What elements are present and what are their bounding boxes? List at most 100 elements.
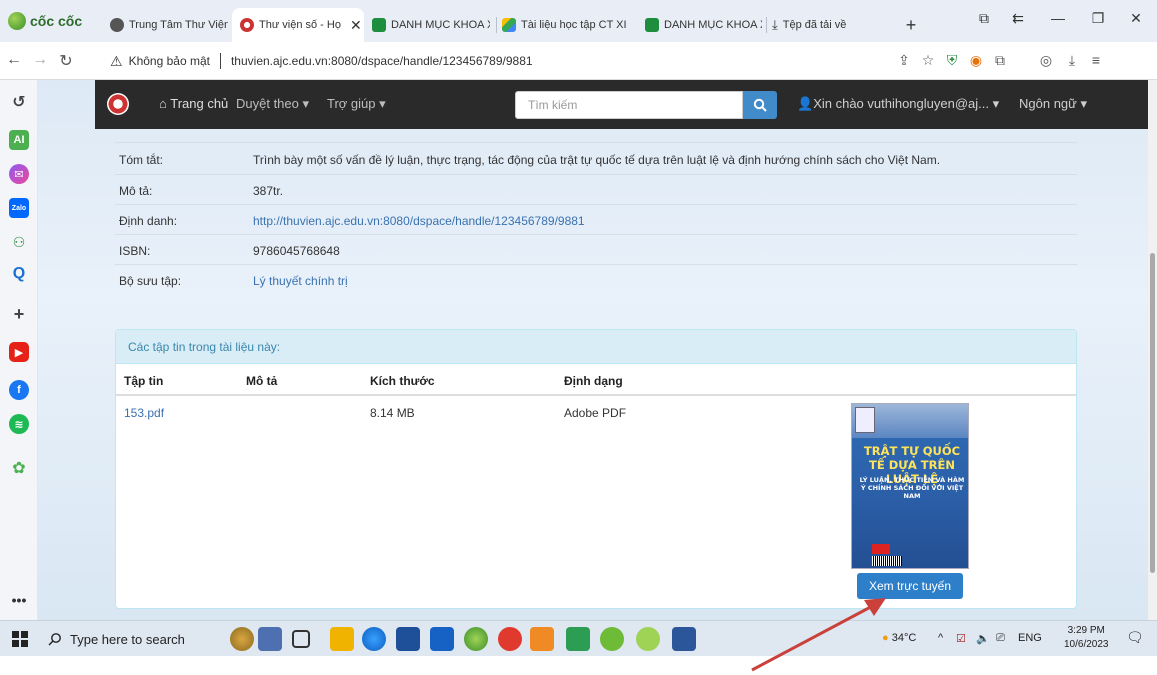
scrollbar-thumb[interactable] (1150, 253, 1155, 573)
nav-help-dropdown[interactable]: Trợ giúp ▾ (327, 96, 386, 112)
facebook-icon[interactable]: f (9, 380, 29, 400)
zalo-icon[interactable]: Zalo (9, 198, 29, 218)
address-bar[interactable]: ⚠ Không bảo mật thuvien.ajc.edu.vn:8080/… (110, 48, 880, 74)
medal-app-icon[interactable] (230, 627, 254, 651)
browser-brand: cốc cốc (8, 12, 82, 30)
store-app-icon[interactable] (396, 627, 420, 651)
red-app-icon[interactable] (498, 627, 522, 651)
file-link[interactable]: 153.pdf (124, 406, 164, 420)
search-button[interactable] (743, 91, 777, 119)
mail-app-icon[interactable] (430, 627, 454, 651)
profile-icon[interactable]: ◎ (1036, 52, 1056, 69)
network-icon[interactable]: ⎚ (996, 632, 1005, 645)
user-icon: 👤 (797, 96, 814, 111)
more-options-icon[interactable]: ••• (9, 590, 29, 610)
file-format: Adobe PDF (564, 406, 627, 420)
ai-assistant-icon[interactable]: AI (9, 130, 29, 150)
new-tab-button[interactable]: + (900, 14, 922, 36)
file-explorer-icon[interactable] (330, 627, 354, 651)
tab-danh-muc-khoa-2[interactable]: DANH MỤC KHOA XI (640, 14, 762, 36)
add-panel-icon[interactable]: + (9, 304, 29, 324)
close-tab-icon[interactable]: ✕ (350, 17, 362, 34)
back-arrow-menu-icon[interactable]: ⇇ (1004, 10, 1032, 27)
tab-trung-tam-thu-vien[interactable]: Trung Tâm Thư Viện - (110, 14, 228, 36)
task-view-icon[interactable] (292, 630, 310, 648)
minimize-button[interactable]: — (1044, 10, 1072, 26)
word-app-icon[interactable] (672, 627, 696, 651)
forward-button[interactable]: → (30, 51, 50, 69)
edge-browser-icon[interactable] (362, 627, 386, 651)
site-logo-icon[interactable] (107, 93, 129, 115)
back-button[interactable]: ← (4, 51, 24, 69)
book-cover-thumbnail[interactable]: TRẬT TỰ QUỐC TẾ DỰA TRÊN LUẬT LỆ LÝ LUẬN… (851, 403, 969, 569)
coccoc-sidebar-icon[interactable]: ✿ (9, 458, 29, 478)
tab-separator (496, 17, 497, 33)
caret-down-icon: ▾ (1076, 96, 1087, 111)
files-panel-title: Các tập tin trong tài liệu này: (128, 340, 281, 354)
tab-thu-vien-so[interactable]: Thư viện số - Họ ✕ (232, 8, 364, 42)
game-controller-icon[interactable]: ⚇ (9, 232, 29, 252)
column-header-file: Tập tin (124, 374, 164, 388)
bookmark-star-icon[interactable]: ☆ (918, 52, 938, 69)
tab-label: Thư viện số - Họ (259, 19, 341, 31)
nav-home-label: Trang chủ (170, 96, 229, 111)
tray-app-icon[interactable]: ☑ (956, 632, 966, 645)
tab-label: Trung Tâm Thư Viện - (129, 19, 228, 31)
identifier-link[interactable]: http://thuvien.ajc.edu.vn:8080/dspace/ha… (253, 214, 585, 228)
input-language[interactable]: ENG (1018, 632, 1042, 644)
downloads-icon[interactable]: ⤓ (1062, 52, 1082, 69)
user-menu-dropdown[interactable]: 👤Xin chào vuthihongluyen@aj... ▾ (797, 96, 999, 112)
orange-app-icon[interactable] (530, 627, 554, 651)
extension-icon[interactable]: ◉ (966, 52, 986, 69)
annotation-arrow (751, 598, 886, 672)
collection-link[interactable]: Lý thuyết chính trị (253, 274, 348, 288)
restore-button[interactable]: ❐ (1084, 10, 1112, 27)
youtube-icon[interactable]: ▶ (9, 342, 29, 362)
windows-start-icon[interactable] (12, 631, 28, 647)
address-bar-row: ← → ↻ ⚠ Không bảo mật thuvien.ajc.edu.vn… (0, 42, 1157, 80)
reload-button[interactable]: ↻ (56, 51, 76, 71)
coccoc-taskbar-icon[interactable] (464, 627, 488, 651)
close-window-button[interactable]: ✕ (1122, 10, 1150, 27)
cover-subtitle: LÝ LUẬN, THỰC TIỄN VÀ HÀM Ý CHÍNH SÁCH Đ… (859, 476, 965, 500)
site-search-input[interactable]: Tìm kiếm (515, 91, 743, 119)
notification-icon[interactable]: 🗨 (1126, 629, 1144, 646)
cover-emblem (872, 544, 890, 554)
history-icon[interactable]: ↺ (9, 92, 29, 112)
puzzle-extensions-icon[interactable]: ⧉ (990, 52, 1010, 69)
spotify-icon[interactable]: ≋ (9, 414, 29, 434)
language-dropdown[interactable]: Ngôn ngữ ▾ (1019, 96, 1087, 112)
coccoc-alt-icon[interactable] (636, 627, 660, 651)
site-navbar: ⌂ Trang chủ Duyệt theo ▾ Trợ giúp ▾ Tìm … (95, 80, 1157, 129)
nav-browse-label: Duyệt theo (236, 96, 299, 111)
browser-sidebar: ↺ AI ✉ Zalo ⚇ Q + ▶ f ≋ ✿ ••• (0, 80, 38, 620)
metadata-label: Mô tả: (119, 184, 153, 198)
column-header-size: Kích thước (370, 374, 435, 388)
green-app-icon[interactable] (566, 627, 590, 651)
search-q-icon[interactable]: Q (9, 264, 29, 284)
chat-app-icon[interactable] (600, 627, 624, 651)
coccoc-logo-icon (8, 12, 26, 30)
caret-down-icon: ▾ (989, 96, 1000, 111)
tab-search-icon[interactable]: ⧉ (970, 10, 998, 27)
tab-danh-muc-khoa-1[interactable]: DANH MỤC KHOA XI (372, 14, 490, 36)
page-scrollbar[interactable] (1148, 80, 1157, 620)
tab-downloads[interactable]: ⤓ Tệp đã tải về (766, 14, 886, 36)
caret-down-icon: ▾ (298, 96, 310, 111)
messenger-icon[interactable]: ✉ (9, 164, 29, 184)
clock-date: 10/6/2023 (1064, 639, 1109, 650)
nav-browse-dropdown[interactable]: Duyệt theo ▾ (236, 96, 309, 112)
taskbar-search-box[interactable]: Type here to search (48, 624, 208, 654)
share-icon[interactable]: ⇪ (894, 52, 914, 69)
shield-extension-icon[interactable]: ⛨ (942, 52, 962, 69)
tab-tai-lieu-hoc-tap[interactable]: Tài liệu học tập CT XI (496, 14, 636, 36)
menu-icon[interactable]: ≡ (1086, 52, 1106, 68)
tray-chevron-icon[interactable]: ^ (938, 632, 943, 644)
volume-icon[interactable]: 🔈 (976, 632, 990, 645)
notebook-app-icon[interactable] (258, 627, 282, 651)
nav-home[interactable]: ⌂ Trang chủ (159, 96, 228, 111)
metadata-value: 9786045768648 (253, 244, 340, 258)
taskbar-clock[interactable]: 3:29 PM 10/6/2023 (1064, 624, 1109, 652)
search-icon (753, 98, 767, 112)
metadata-row-identifier: Định danh: http://thuvien.ajc.edu.vn:808… (115, 205, 1077, 235)
